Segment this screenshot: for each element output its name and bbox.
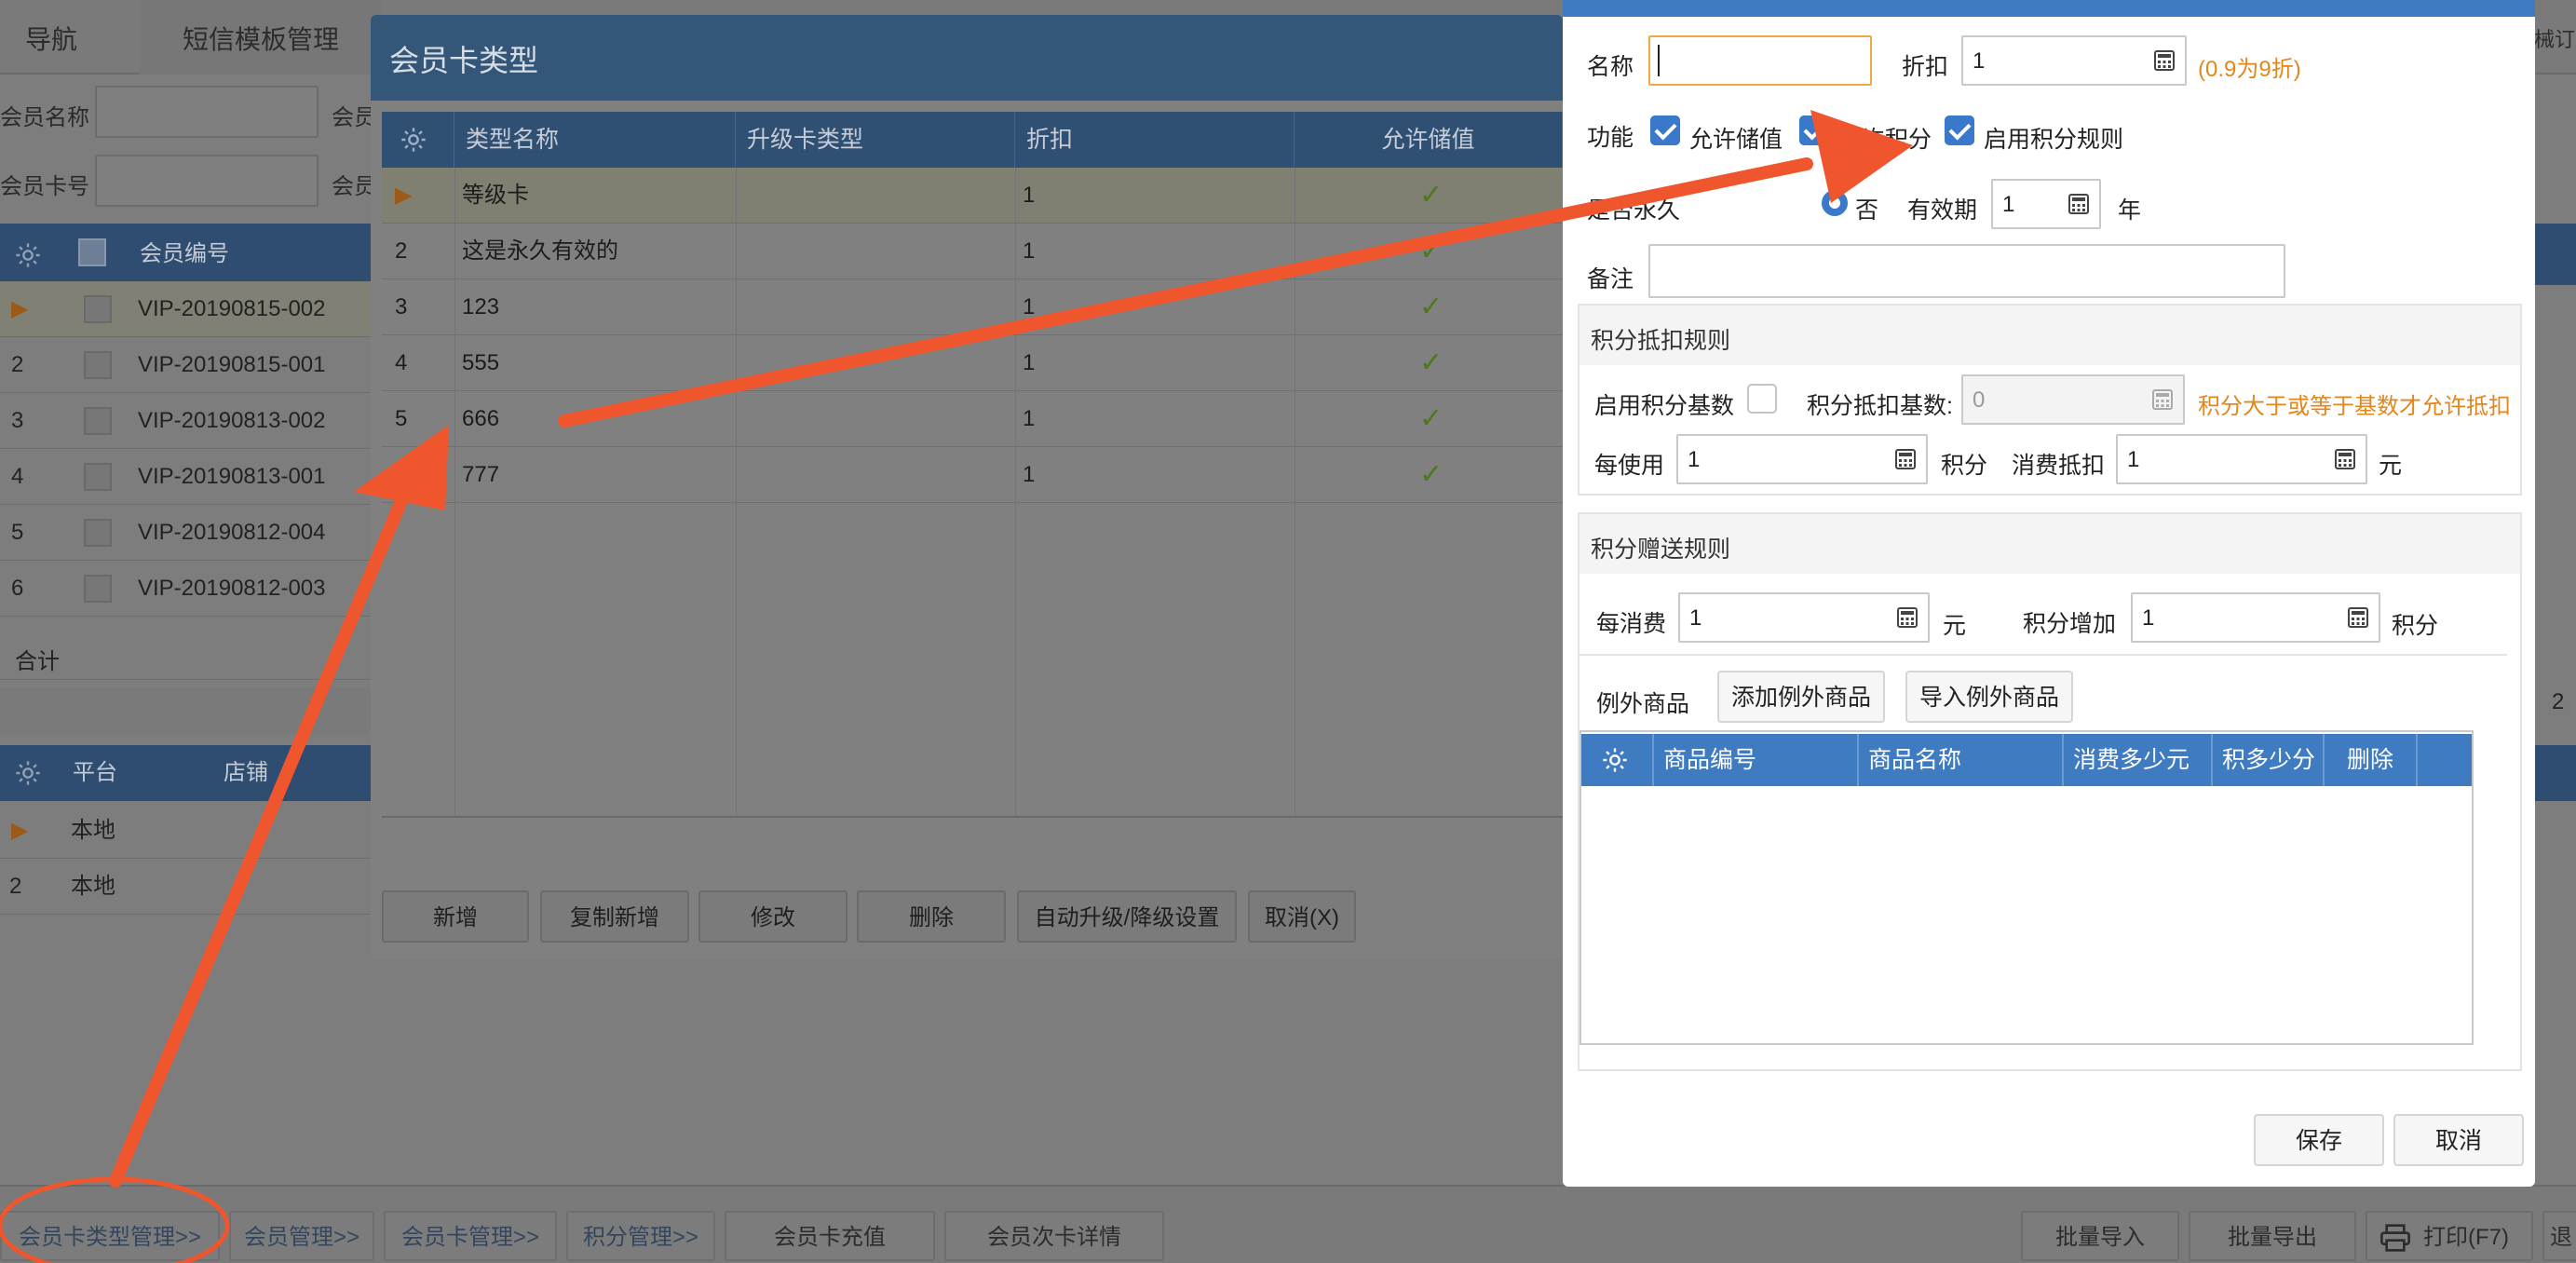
annotation-arrowhead-2: [1810, 110, 1913, 203]
annotation-arrowhead-1: [354, 425, 449, 510]
annotation-arrow-line-2: [558, 157, 1813, 428]
annotation-circle: [0, 1176, 230, 1263]
annotation-arrow-line-1: [109, 496, 407, 1188]
annotation-overlay: [0, 110, 1913, 1263]
